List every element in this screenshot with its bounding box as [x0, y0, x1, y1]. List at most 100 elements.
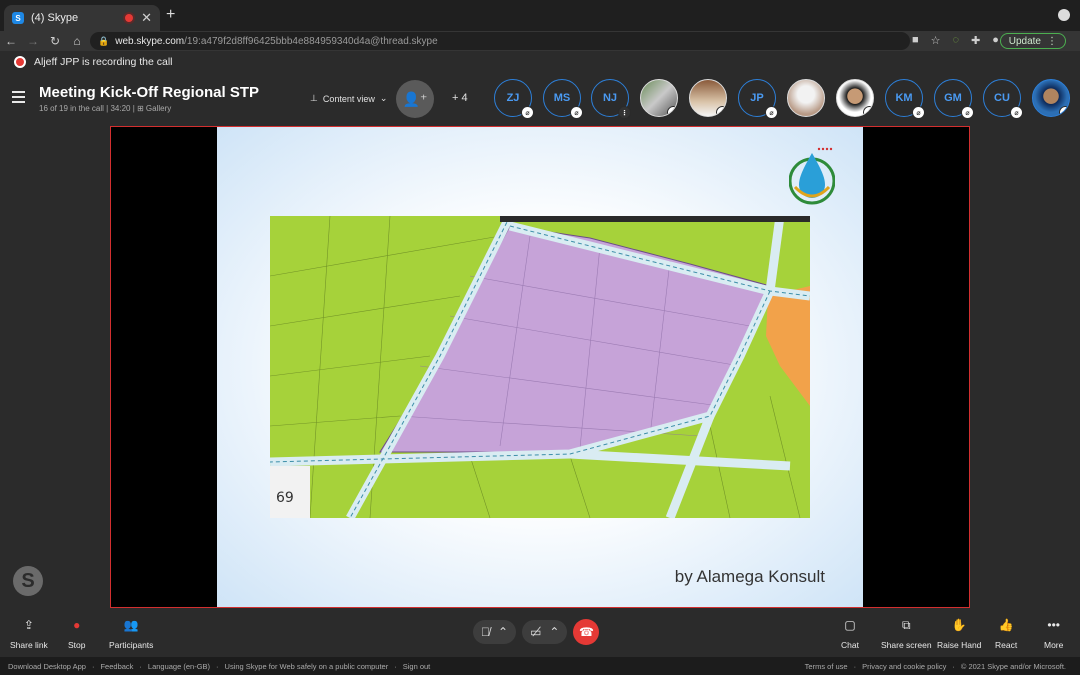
map-corner-number: 69	[276, 490, 294, 506]
participant-avatar[interactable]: KM ⌀	[885, 79, 925, 119]
mic-muted-icon: ⌀	[765, 106, 778, 119]
page-footer: Download Desktop App · Feedback · Language…	[0, 657, 1080, 675]
language-link[interactable]: Language (en-GB)	[148, 662, 210, 671]
signout-link[interactable]: Sign out	[403, 662, 431, 671]
recording-notice: Aljeff JPP is recording the call	[0, 51, 1080, 73]
extra-participants-count[interactable]: + 4	[452, 92, 468, 104]
chevron-up-icon[interactable]: ⌃	[498, 625, 508, 639]
ellipsis-icon: •••	[1047, 618, 1060, 632]
company-logo-icon	[789, 147, 835, 205]
raise-hand-button[interactable]: ✋ Raise Hand	[937, 618, 981, 650]
participant-avatar[interactable]: NJ ⋮	[591, 79, 631, 119]
call-header: Meeting Kick-Off Regional STP 16 of 19 i…	[0, 73, 1080, 125]
mic-toggle[interactable]: 🎙̸ ⌃	[473, 620, 517, 644]
participant-initials: NJ	[602, 92, 618, 104]
participant-photo-avatar[interactable]: ⌀	[640, 79, 678, 117]
camera-in-use-icon[interactable]: ■	[912, 34, 919, 47]
participant-initials: KM	[895, 92, 913, 104]
add-participant-button[interactable]: 👤⁺	[396, 80, 434, 118]
recording-icon	[14, 56, 26, 68]
chat-icon: ▢	[844, 618, 856, 632]
extension-circle-icon[interactable]: ◌	[953, 34, 960, 47]
recording-tab-icon	[125, 14, 134, 22]
share-screen-icon: ⧉	[901, 618, 911, 632]
add-person-icon: 👤⁺	[402, 90, 428, 107]
meeting-subtitle[interactable]: 16 of 19 in the call | 34:20 | ⊞ Gallery	[39, 104, 171, 113]
more-label: More	[1044, 640, 1064, 650]
participant-avatar[interactable]: ZJ ⌀	[494, 79, 534, 119]
self-photo-avatar[interactable]: ⌀	[1032, 79, 1070, 117]
react-button[interactable]: 👍 React	[995, 618, 1017, 650]
participant-initials: GM	[944, 92, 962, 104]
lock-icon: 🔒	[98, 35, 110, 46]
share-link-button[interactable]: ⇪ Share link	[10, 618, 48, 650]
extensions-puzzle-icon[interactable]: ✚	[971, 34, 980, 47]
share-screen-button[interactable]: ⧉ Share screen	[881, 618, 932, 650]
feedback-link[interactable]: Feedback	[100, 662, 133, 671]
more-button[interactable]: ••• More	[1044, 618, 1063, 650]
participant-initials: ZJ	[506, 92, 520, 104]
url-input[interactable]: 🔒 web.skype.com/19:a479f2d8ff96425bbb4e8…	[90, 32, 910, 50]
skype-logo-icon: S	[13, 566, 43, 596]
participant-photo-avatar[interactable]	[787, 79, 825, 117]
download-app-link[interactable]: Download Desktop App	[8, 662, 86, 671]
skype-favicon-icon: S	[12, 12, 24, 24]
home-icon[interactable]: ⌂	[66, 34, 88, 48]
chat-button[interactable]: ▢ Chat	[841, 618, 859, 650]
participant-photo-avatar[interactable]: ⌀	[836, 79, 874, 117]
participant-avatar[interactable]: MS ⌀	[543, 79, 583, 119]
reload-icon[interactable]: ↻	[44, 34, 66, 48]
camera-off-icon: ▭̸	[530, 625, 542, 639]
mic-muted-icon: ⌀	[961, 106, 974, 119]
call-controls: 🎙̸ ⌃ ▭̸ ⌃ ☎	[473, 619, 600, 645]
hamburger-menu-icon[interactable]	[12, 91, 25, 106]
call-toolbar: ⇪ Share link ● Stop 👥 Participants 🎙̸ ⌃ …	[0, 612, 1080, 657]
participant-initials: CU	[994, 92, 1010, 104]
chevron-up-icon[interactable]: ⌃	[549, 625, 559, 639]
tab-title: (4) Skype	[31, 12, 79, 24]
mic-muted-icon: ⌀	[863, 106, 873, 116]
participant-avatar[interactable]: JP ⌀	[738, 79, 778, 119]
profile-avatar-icon[interactable]: ●	[992, 34, 999, 47]
presentation-slide: 69 by Alamega Konsult	[217, 127, 863, 607]
participant-avatar[interactable]: GM ⌀	[934, 79, 974, 119]
mic-muted-icon: ⋮	[618, 106, 631, 119]
participant-photo-avatar[interactable]: ▭	[689, 79, 727, 117]
content-view-label: Content view	[322, 93, 375, 104]
hang-up-button[interactable]: ☎	[573, 619, 600, 645]
participant-avatar[interactable]: CU ⌀	[983, 79, 1023, 119]
camera-toggle[interactable]: ▭̸ ⌃	[522, 620, 568, 644]
terms-link[interactable]: Terms of use	[805, 662, 848, 671]
meeting-title: Meeting Kick-Off Regional STP	[39, 84, 260, 101]
new-tab-button[interactable]: +	[166, 6, 175, 24]
forward-icon[interactable]: →	[22, 34, 44, 48]
safety-link[interactable]: Using Skype for Web safely on a public c…	[225, 662, 389, 671]
browser-tab[interactable]: S (4) Skype ✕	[4, 5, 160, 31]
participants-button[interactable]: 👥 Participants	[109, 618, 153, 650]
update-label: Update	[1008, 35, 1041, 47]
kebab-menu-icon: ⋮	[1047, 35, 1057, 47]
privacy-link[interactable]: Privacy and cookie policy	[862, 662, 946, 671]
share-icon: ⇪	[23, 618, 34, 632]
url-host: web.skype.com	[115, 35, 185, 47]
copyright-text: © 2021 Skype and/or Microsoft.	[960, 661, 1066, 671]
back-icon[interactable]: ←	[0, 34, 22, 48]
bookmark-star-icon[interactable]: ☆	[931, 34, 941, 47]
browser-menu-icon[interactable]	[1058, 9, 1070, 21]
participants-label: Participants	[109, 640, 154, 650]
phone-hangup-icon: ☎	[578, 625, 594, 639]
browser-tabstrip: S (4) Skype ✕ +	[0, 0, 1080, 31]
content-view-dropdown[interactable]: ⊥ Content view ⌄	[310, 93, 387, 104]
close-tab-icon[interactable]: ✕	[141, 10, 152, 26]
share-screen-label: Share screen	[881, 640, 932, 650]
mic-muted-icon: ⌀	[1010, 106, 1023, 119]
participant-initials: MS	[553, 92, 571, 104]
stop-record-icon: ●	[73, 618, 81, 632]
react-label: React	[995, 640, 1018, 650]
recording-text: Aljeff JPP is recording the call	[34, 56, 173, 68]
mic-muted-icon: ⌀	[1059, 106, 1069, 116]
site-map-image: 69	[270, 216, 810, 518]
stop-recording-button[interactable]: ● Stop	[68, 618, 86, 650]
update-button[interactable]: Update ⋮	[999, 33, 1066, 49]
participant-initials: JP	[750, 92, 764, 104]
